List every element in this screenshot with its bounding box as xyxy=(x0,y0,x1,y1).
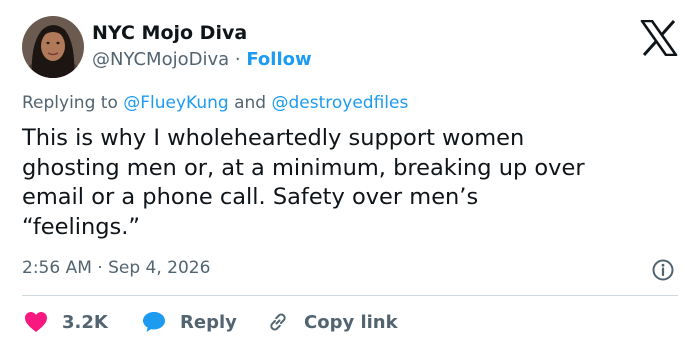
divider xyxy=(22,295,678,296)
replying-conjunction: and xyxy=(234,93,267,113)
tweet-line: “feelings.” xyxy=(22,213,141,240)
replying-to-line: Replying to @FlueyKung and @destroyedfil… xyxy=(22,93,408,113)
avatar[interactable] xyxy=(22,16,84,78)
link-icon xyxy=(270,313,286,331)
reply-button[interactable]: Reply xyxy=(142,309,237,335)
heart-icon xyxy=(25,312,47,332)
like-count: 3.2K xyxy=(62,311,108,333)
tweet-text: This is why I wholeheartedly support wom… xyxy=(22,124,687,242)
avatar-image xyxy=(22,16,84,78)
info-icon[interactable] xyxy=(651,258,675,282)
tweet-line: This is why I wholeheartedly support wom… xyxy=(22,125,525,151)
speech-bubble-icon xyxy=(143,312,165,332)
x-logo-icon[interactable] xyxy=(640,20,678,56)
mention-flueykung[interactable]: @FlueyKung xyxy=(123,93,228,113)
tweet-line: email or a phone call. Safety over men’s xyxy=(22,184,479,210)
author-handle[interactable]: @NYCMojoDiva xyxy=(92,49,229,70)
reply-label: Reply xyxy=(180,311,237,333)
tweet-timestamp[interactable]: 2:56 AM · Sep 4, 2026 xyxy=(22,258,210,278)
copy-link-label: Copy link xyxy=(304,311,398,333)
copy-link-button[interactable]: Copy link xyxy=(266,309,398,335)
mention-destroyedfiles[interactable]: @destroyedfiles xyxy=(271,93,408,113)
author-handle-row: @NYCMojoDiva · Follow xyxy=(92,49,312,70)
replying-prefix: Replying to xyxy=(22,93,118,113)
author-display-name[interactable]: NYC Mojo Diva xyxy=(92,22,247,44)
like-button[interactable]: 3.2K xyxy=(24,309,108,335)
tweet-line: ghosting men or, at a minimum, breaking … xyxy=(22,154,585,181)
follow-button[interactable]: Follow xyxy=(246,49,311,70)
handle-separator: · xyxy=(234,49,241,70)
